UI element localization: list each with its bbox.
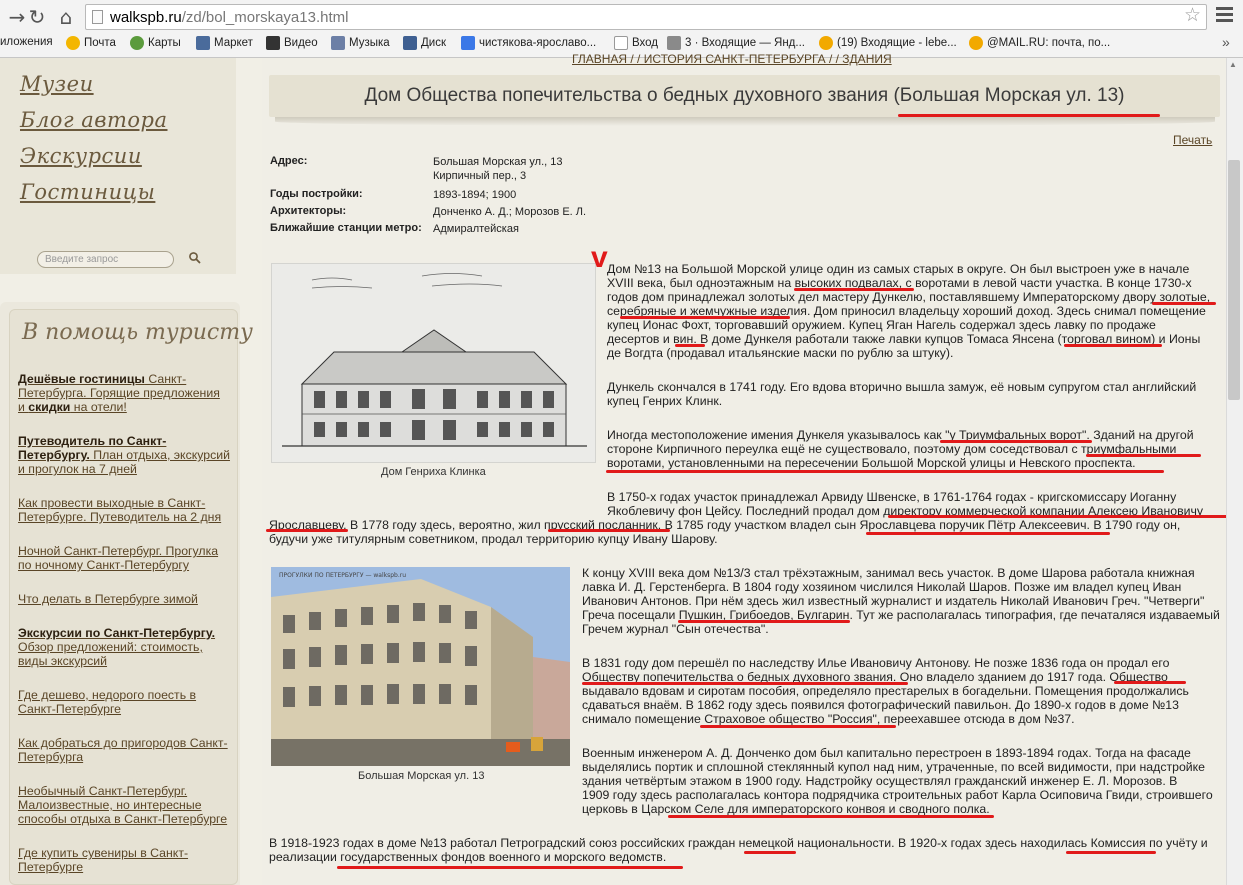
url-host: walkspb.ru (110, 9, 182, 26)
sidebar-link[interactable]: Как добраться до пригородов Санкт-Петерб… (18, 736, 230, 764)
annotation-checkmark: v (591, 241, 608, 274)
annotation-underline (888, 515, 1228, 518)
menu-link-hotels[interactable]: Гостиницы (20, 180, 155, 204)
historic-drawing-image (271, 263, 596, 463)
article-paragraph: В 1918-1923 годах в доме №13 работал Пет… (269, 836, 1208, 864)
bookmark-item[interactable]: чистякова-ярославо... (461, 36, 596, 50)
annotation-underline (606, 470, 1164, 473)
music-icon (331, 36, 345, 50)
at-icon (819, 36, 833, 50)
bookmark-item[interactable]: (19) Входящие - lebe... (819, 36, 957, 50)
disk-icon (403, 36, 417, 50)
image-caption: Дом Генриха Клинка (381, 466, 486, 478)
annotation-underline (582, 682, 908, 685)
image-caption: Большая Морская ул. 13 (358, 770, 485, 782)
forward-arrow-icon[interactable]: → (6, 6, 28, 28)
annotation-underline (337, 866, 683, 869)
sidebar-link[interactable]: Необычный Санкт-Петербург. Малоизвестные… (18, 784, 230, 826)
google-icon (461, 36, 475, 50)
info-value: Адмиралтейская (433, 223, 519, 235)
home-icon[interactable]: ⌂ (55, 6, 77, 28)
annotation-underline (266, 529, 348, 532)
search-input[interactable]: Введите запрос (37, 251, 174, 268)
bookmark-star-icon[interactable]: ☆ (1184, 5, 1201, 25)
sidebar-link[interactable]: Путеводитель по Санкт-Петербургу. План о… (18, 434, 230, 476)
page-icon (614, 36, 628, 50)
menu-link-blog[interactable]: Блог автора (20, 108, 168, 132)
scrollbar-thumb[interactable] (1228, 160, 1240, 400)
more-bookmarks-icon[interactable]: » (1222, 34, 1230, 50)
url-path: /zd/bol_morskaya13.html (181, 9, 349, 26)
bookmark-item[interactable]: Маркет (196, 36, 253, 50)
annotation-underline (898, 114, 1160, 117)
info-value: Большая Морская ул., 13 Кирпичный пер., 3 (433, 156, 563, 182)
photo-watermark: ПРОГУЛКИ ПО ПЕТЕРБУРГУ — walkspb.ru (279, 572, 406, 579)
reload-icon[interactable]: ↻ (26, 6, 48, 28)
sidebar-link[interactable]: Экскурсии по Санкт-Петербургу. Обзор пре… (18, 626, 230, 668)
browser-chrome: → ↻ ⌂ walkspb.ru/zd/bol_morskaya13.html … (0, 0, 1243, 58)
annotation-underline (620, 316, 790, 319)
sidebar-link[interactable]: Как провести выходные в Санкт-Петербурге… (18, 496, 230, 524)
sidebar-link[interactable]: Дешёвые гостиницы Санкт-Петербурга. Горя… (18, 372, 230, 414)
article-paragraph: В 1750-х годах участок принадлежал Арвид… (607, 490, 1204, 518)
at-icon (969, 36, 983, 50)
annotation-underline (794, 288, 914, 291)
building-photo: ПРОГУЛКИ ПО ПЕТЕРБУРГУ — walkspb.ru (271, 567, 570, 766)
annotation-underline (1114, 681, 1186, 684)
menu-link-excursions[interactable]: Экскурсии (20, 144, 142, 168)
annotation-underline (1152, 302, 1216, 305)
article-paragraph: Иногда местоположение имения Дункеля ука… (607, 428, 1194, 470)
mail-icon (66, 36, 80, 50)
menu-icon[interactable] (1216, 7, 1233, 25)
bookmark-item[interactable]: иложения (0, 36, 53, 48)
mail-icon (667, 36, 681, 50)
annotation-underline (1086, 454, 1201, 457)
article-paragraph: Военным инженером А. Д. Донченко дом был… (582, 746, 1213, 816)
info-label: Адрес: (270, 155, 308, 167)
tourist-title: В помощь туристу (22, 320, 253, 345)
bookmark-item[interactable]: 3 · Входящие — Янд... (667, 36, 805, 50)
annotation-underline (675, 344, 705, 347)
sidebar-link[interactable]: Где дешево, недорого поесть в Санкт-Пете… (18, 688, 230, 716)
menu-link-museums[interactable]: Музеи (20, 72, 94, 96)
info-label: Архитекторы: (270, 205, 347, 217)
page-title: Дом Общества попечительства о бедных дух… (364, 85, 1125, 106)
bookmark-item[interactable]: Почта (66, 36, 116, 50)
annotation-underline (668, 815, 994, 818)
annotation-underline (1066, 851, 1156, 854)
maps-icon (130, 36, 144, 50)
annotation-underline (940, 440, 1092, 443)
bookmark-item[interactable]: Карты (130, 36, 181, 50)
annotation-underline (1064, 344, 1162, 347)
market-icon (196, 36, 210, 50)
print-link[interactable]: Печать (1173, 133, 1212, 147)
bookmark-item[interactable]: Музыка (331, 36, 390, 50)
search-icon[interactable] (188, 251, 202, 265)
bookmark-item[interactable]: Диск (403, 36, 446, 50)
address-bar[interactable]: walkspb.ru/zd/bol_morskaya13.html (85, 4, 1207, 30)
sidebar-link[interactable]: Где купить сувениры в Санкт-Петербурге (18, 846, 230, 874)
video-icon (266, 36, 280, 50)
page-icon (92, 10, 103, 24)
article-paragraph: Дункель скончался в 1741 году. Его вдова… (607, 380, 1197, 408)
annotation-underline (700, 725, 896, 728)
scroll-up-icon[interactable]: ▲ (1229, 60, 1237, 69)
info-label: Ближайшие станции метро: (270, 222, 422, 234)
article-paragraph: К концу XVIII века дом №13/3 стал трёхэт… (582, 566, 1220, 636)
annotation-underline (678, 620, 850, 623)
info-value: Донченко А. Д.; Морозов Е. Л. (433, 206, 587, 218)
annotation-underline (744, 851, 796, 854)
bookmark-item[interactable]: Видео (266, 36, 318, 50)
article-paragraph: В 1831 году дом перешёл по наследству Ил… (582, 656, 1189, 726)
annotation-underline (866, 532, 1110, 535)
sidebar-link[interactable]: Что делать в Петербурге зимой (18, 592, 230, 606)
bookmark-item[interactable]: Вход (614, 36, 658, 50)
breadcrumb[interactable]: ГЛАВНАЯ / / ИСТОРИЯ САНКТ-ПЕТЕРБУРГА / /… (572, 52, 892, 66)
info-value: 1893-1894; 1900 (433, 189, 517, 201)
bookmark-item[interactable]: @MAIL.RU: почта, по... (969, 36, 1110, 50)
sidebar-link[interactable]: Ночной Санкт-Петербург. Прогулка по ночн… (18, 544, 230, 572)
annotation-underline (548, 529, 670, 532)
info-label: Годы постройки: (270, 188, 363, 200)
